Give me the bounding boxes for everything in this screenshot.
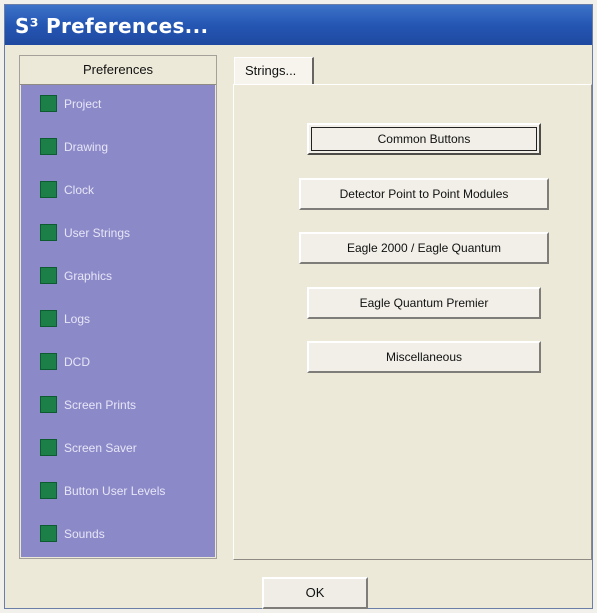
green-square-icon xyxy=(40,138,57,155)
pref-item-screen-prints[interactable]: Screen Prints xyxy=(21,392,215,418)
pref-item-label: Graphics xyxy=(64,269,113,283)
window-title: S³ Preferences... xyxy=(15,14,209,38)
title-bar[interactable]: S³ Preferences... xyxy=(5,5,592,45)
preferences-list: Project Drawing Clock User Strings Graph… xyxy=(21,85,215,557)
preferences-panel: Preferences Project Drawing Clock User S… xyxy=(19,55,217,559)
green-square-icon xyxy=(40,482,57,499)
pref-item-graphics[interactable]: Graphics xyxy=(21,263,215,289)
preferences-header: Preferences xyxy=(20,56,216,85)
tab-strings[interactable]: Strings... xyxy=(234,57,314,85)
pref-item-label: Button User Levels xyxy=(64,484,166,498)
pref-item-label: Sounds xyxy=(64,527,105,541)
pref-item-label: Logs xyxy=(64,312,91,326)
pref-item-label: Screen Prints xyxy=(64,398,137,412)
green-square-icon xyxy=(40,267,57,284)
pref-item-clock[interactable]: Clock xyxy=(21,177,215,203)
green-square-icon xyxy=(40,95,57,112)
green-square-icon xyxy=(40,439,57,456)
green-square-icon xyxy=(40,181,57,198)
detector-point-to-point-modules-button[interactable]: Detector Point to Point Modules xyxy=(299,178,549,210)
pref-item-user-strings[interactable]: User Strings xyxy=(21,220,215,246)
green-square-icon xyxy=(40,353,57,370)
pref-item-label: Drawing xyxy=(64,140,109,154)
pref-item-label: User Strings xyxy=(64,226,131,240)
eagle-quantum-premier-button[interactable]: Eagle Quantum Premier xyxy=(307,287,541,319)
pref-item-label: Screen Saver xyxy=(64,441,137,455)
pref-item-project[interactable]: Project xyxy=(21,91,215,117)
ok-button[interactable]: OK xyxy=(262,577,368,609)
strings-panel xyxy=(233,84,592,560)
preferences-window: S³ Preferences... Preferences Project Dr… xyxy=(4,4,593,609)
pref-item-button-user-levels[interactable]: Button User Levels xyxy=(21,478,215,504)
eagle-2000-eagle-quantum-button[interactable]: Eagle 2000 / Eagle Quantum xyxy=(299,232,549,264)
pref-item-logs[interactable]: Logs xyxy=(21,306,215,332)
pref-item-screen-saver[interactable]: Screen Saver xyxy=(21,435,215,461)
pref-item-dcd[interactable]: DCD xyxy=(21,349,215,375)
green-square-icon xyxy=(40,224,57,241)
common-buttons-button[interactable]: Common Buttons xyxy=(307,123,541,155)
pref-item-label: Project xyxy=(64,97,102,111)
green-square-icon xyxy=(40,310,57,327)
green-square-icon xyxy=(40,525,57,542)
pref-item-label: DCD xyxy=(64,355,90,369)
green-square-icon xyxy=(40,396,57,413)
pref-item-drawing[interactable]: Drawing xyxy=(21,134,215,160)
pref-item-label: Clock xyxy=(64,183,95,197)
miscellaneous-button[interactable]: Miscellaneous xyxy=(307,341,541,373)
pref-item-sounds[interactable]: Sounds xyxy=(21,521,215,547)
